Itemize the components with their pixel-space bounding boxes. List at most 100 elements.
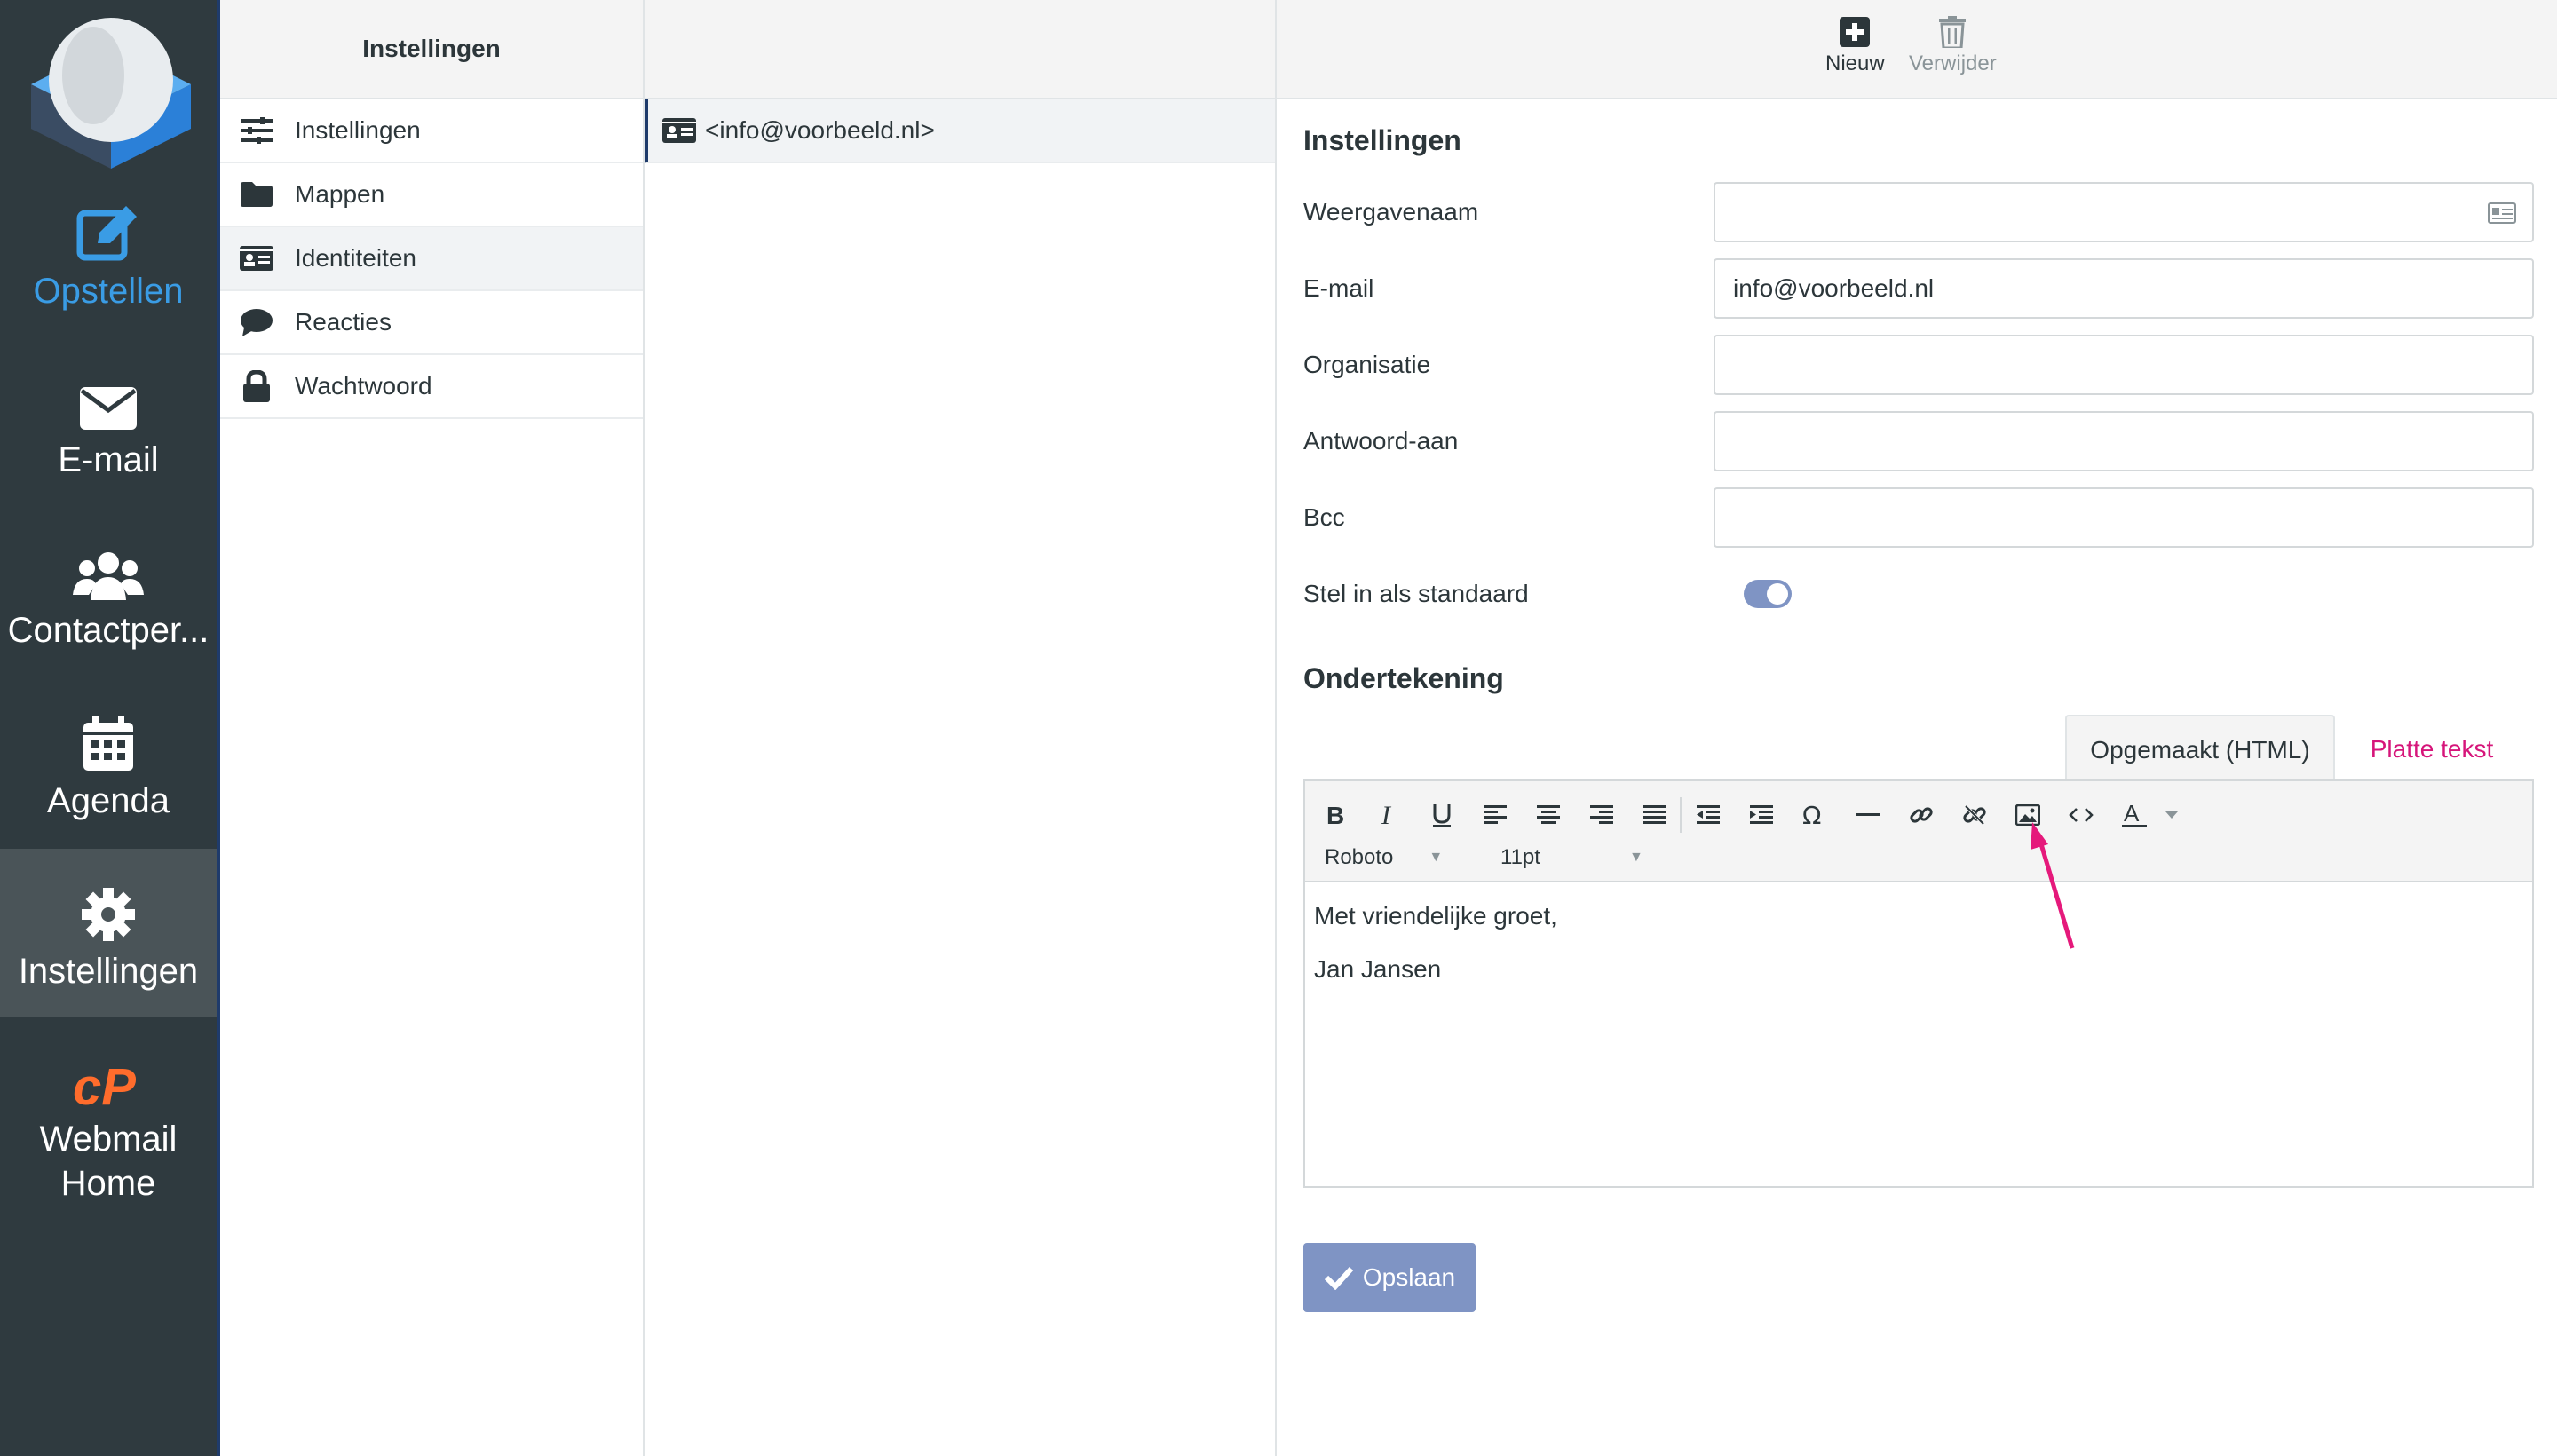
nav-settings[interactable]: Instellingen xyxy=(0,849,217,1017)
omega-icon: Ω xyxy=(1802,803,1821,827)
caret-down-icon: ▼ xyxy=(1628,850,1643,865)
display-name-input[interactable] xyxy=(1714,182,2534,242)
settings-item-label: Instellingen xyxy=(295,116,421,144)
settings-item-identities[interactable]: Identiteiten xyxy=(220,227,643,291)
nav-contacts[interactable]: Contactper... xyxy=(0,508,217,677)
nav-compose[interactable]: Opstellen xyxy=(0,169,217,337)
nav-email[interactable]: E-mail xyxy=(0,337,217,506)
reply-to-input[interactable] xyxy=(1714,411,2534,471)
editor-content[interactable]: Met vriendelijke groet, Jan Jansen xyxy=(1305,882,2532,1028)
settings-item-label: Mappen xyxy=(295,180,385,208)
identity-label: <info@voorbeeld.nl> xyxy=(705,116,935,144)
align-left-icon xyxy=(1484,805,1507,824)
settings-item-preferences[interactable]: Instellingen xyxy=(220,99,643,163)
text-color-button[interactable]: A xyxy=(2117,797,2152,833)
font-family-select[interactable]: Roboto ▼ xyxy=(1325,842,1443,874)
nav-label: Agenda xyxy=(47,781,170,820)
text-color-dropdown[interactable] xyxy=(2163,797,2181,833)
bold-icon: B xyxy=(1326,803,1344,827)
font-size-select[interactable]: 11pt ▼ xyxy=(1500,842,1643,874)
identity-editor: Nieuw Verwijder Instellingen Weergavenaa… xyxy=(1277,0,2557,1456)
new-button[interactable]: Nieuw xyxy=(1825,12,1885,76)
plus-square-icon xyxy=(1840,17,1871,47)
unlink-button[interactable] xyxy=(1957,797,1992,833)
organization-input[interactable] xyxy=(1714,335,2534,395)
field-label: Antwoord-aan xyxy=(1303,427,1459,455)
tab-plain-text[interactable]: Platte tekst xyxy=(2339,715,2525,784)
gear-icon xyxy=(82,888,135,941)
folder-icon xyxy=(241,182,273,207)
code-icon xyxy=(2069,808,2094,822)
italic-button[interactable]: I xyxy=(1371,797,1406,833)
speech-bubble-icon xyxy=(241,309,273,336)
field-label: Weergavenaam xyxy=(1303,198,1479,226)
outdent-button[interactable] xyxy=(1690,797,1726,833)
caret-down-icon: ▼ xyxy=(1429,850,1444,865)
insert-image-button[interactable] xyxy=(2010,797,2046,833)
delete-button[interactable]: Verwijder xyxy=(1909,12,1997,76)
nav-label: Contactper... xyxy=(7,611,210,650)
lock-icon xyxy=(243,370,270,402)
identities-column-header xyxy=(645,0,1275,99)
settings-column: Instellingen Instellingen Mappen Identit… xyxy=(220,0,645,1456)
tab-html[interactable]: Opgemaakt (HTML) xyxy=(2065,715,2335,784)
settings-item-password[interactable]: Wachtwoord xyxy=(220,355,643,419)
settings-item-label: Wachtwoord xyxy=(295,372,432,400)
svg-text:Ω: Ω xyxy=(1802,803,1821,827)
new-button-label: Nieuw xyxy=(1825,51,1885,75)
field-row-organization: Organisatie xyxy=(1303,334,2534,396)
field-row-reply-to: Antwoord-aan xyxy=(1303,410,2534,472)
font-size-value: 11pt xyxy=(1500,845,1540,869)
field-row-display-name: Weergavenaam xyxy=(1303,181,2534,243)
email-input[interactable]: info@voorbeeld.nl xyxy=(1714,258,2534,319)
indent-icon xyxy=(1750,805,1773,824)
horizontal-rule-icon xyxy=(1856,813,1880,816)
roundcube-logo-icon xyxy=(31,18,191,169)
special-char-button[interactable]: Ω xyxy=(1797,797,1833,833)
id-card-icon xyxy=(662,118,696,143)
signature-editor: B I Ω A Roboto ▼ 11pt ▼ Met vriendelijke… xyxy=(1303,779,2534,1188)
justify-button[interactable] xyxy=(1637,797,1673,833)
indent-button[interactable] xyxy=(1744,797,1779,833)
nav-label: Instellingen xyxy=(18,952,199,991)
field-label: Stel in als standaard xyxy=(1303,580,1529,607)
field-label: E-mail xyxy=(1303,274,1374,302)
identity-row[interactable]: <info@voorbeeld.nl> xyxy=(645,99,1275,163)
horizontal-rule-button[interactable] xyxy=(1850,797,1886,833)
editor-toolbar: B I Ω A Roboto ▼ 11pt ▼ xyxy=(1305,781,2532,882)
signature-title: Ondertekening xyxy=(1303,662,1504,694)
link-button[interactable] xyxy=(1904,797,1939,833)
bcc-input[interactable] xyxy=(1714,487,2534,548)
save-button[interactable]: Opslaan xyxy=(1303,1243,1476,1312)
id-card-icon xyxy=(240,246,273,271)
signature-tabs: Opgemaakt (HTML) Platte tekst xyxy=(1303,715,2534,784)
settings-item-label: Identiteiten xyxy=(295,244,416,272)
trash-icon xyxy=(1939,16,1967,48)
field-label: Bcc xyxy=(1303,503,1345,531)
nav-calendar[interactable]: Agenda xyxy=(0,678,217,847)
svg-text:A: A xyxy=(2124,802,2140,827)
source-code-button[interactable] xyxy=(2063,797,2099,833)
justify-icon xyxy=(1643,805,1666,824)
cpanel-icon: cP xyxy=(73,1062,136,1112)
webmail-app: Opstellen E-mail Contactper... Agenda In… xyxy=(0,0,2557,1456)
bold-button[interactable]: B xyxy=(1318,797,1353,833)
underline-button[interactable] xyxy=(1424,797,1460,833)
signature-line: Jan Jansen xyxy=(1314,955,1442,983)
align-left-button[interactable] xyxy=(1477,797,1513,833)
calendar-icon xyxy=(83,716,133,771)
nav-label-line1: Webmail xyxy=(39,1120,178,1159)
settings-item-responses[interactable]: Reacties xyxy=(220,291,643,355)
settings-item-folders[interactable]: Mappen xyxy=(220,163,643,227)
align-center-button[interactable] xyxy=(1531,797,1566,833)
default-toggle[interactable] xyxy=(1744,580,1792,608)
align-right-button[interactable] xyxy=(1584,797,1619,833)
italic-icon: I xyxy=(1381,803,1392,827)
svg-text:B: B xyxy=(1326,803,1344,827)
main-nav: Opstellen E-mail Contactper... Agenda In… xyxy=(0,0,220,1456)
nav-webmail-home[interactable]: cP Webmail Home xyxy=(0,1019,217,1215)
signature-line: Met vriendelijke groet, xyxy=(1314,902,1557,930)
compose-icon xyxy=(76,206,137,261)
text-color-icon: A xyxy=(2122,802,2147,827)
font-family-value: Roboto xyxy=(1325,845,1394,869)
